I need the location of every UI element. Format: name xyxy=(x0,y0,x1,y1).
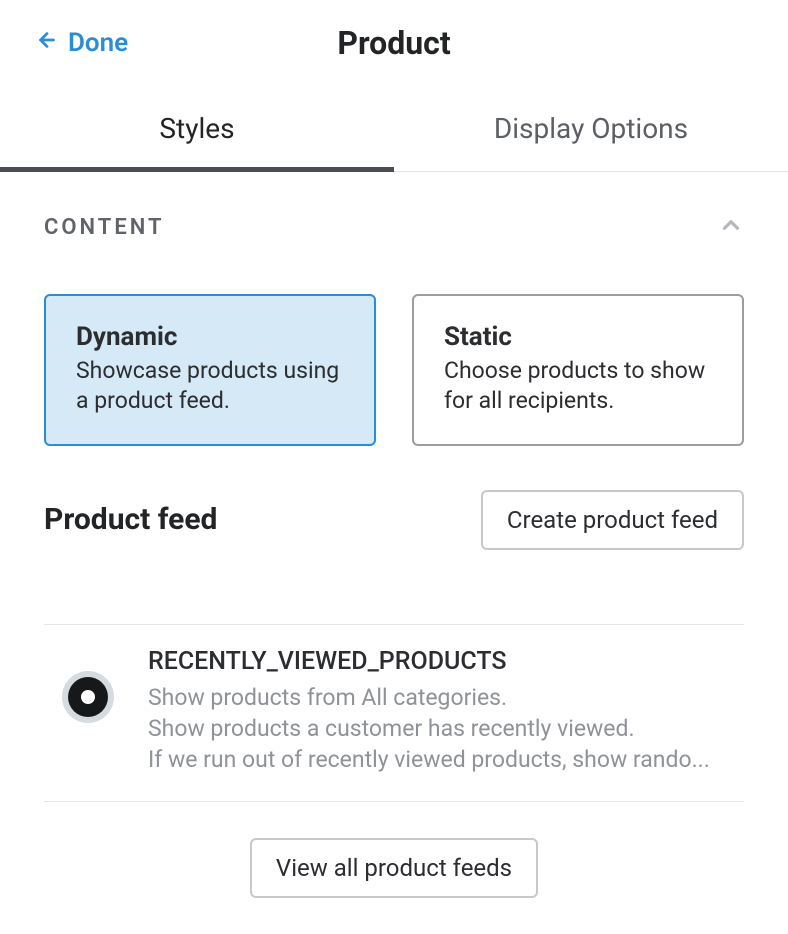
content-type-cards: Dynamic Showcase products using a produc… xyxy=(44,294,744,446)
create-product-feed-button[interactable]: Create product feed xyxy=(481,490,744,550)
feed-content: RECENTLY_VIEWED_PRODUCTS Show products f… xyxy=(148,647,744,775)
page-title: Product xyxy=(337,24,450,62)
page-header: Done Product xyxy=(0,0,788,88)
card-static-title: Static xyxy=(444,322,712,352)
feed-desc-line-3: If we run out of recently viewed product… xyxy=(148,744,744,775)
card-static[interactable]: Static Choose products to show for all r… xyxy=(412,294,744,446)
view-all-feeds-button[interactable]: View all product feeds xyxy=(250,838,538,898)
feed-name: RECENTLY_VIEWED_PRODUCTS xyxy=(148,647,744,676)
view-all-feeds-label: View all product feeds xyxy=(276,854,512,882)
tab-bar: Styles Display Options xyxy=(0,88,788,172)
product-feed-title: Product feed xyxy=(44,502,217,537)
section-label: CONTENT xyxy=(44,215,165,240)
done-label: Done xyxy=(68,28,128,58)
tab-styles-label: Styles xyxy=(159,112,234,145)
card-static-desc: Choose products to show for all recipien… xyxy=(444,356,712,416)
card-dynamic-desc: Showcase products using a product feed. xyxy=(76,356,344,416)
tab-display-options-label: Display Options xyxy=(494,112,688,145)
product-feed-header: Product feed Create product feed xyxy=(44,490,744,592)
content-section: CONTENT Dynamic Showcase products using … xyxy=(0,172,788,934)
card-dynamic[interactable]: Dynamic Showcase products using a produc… xyxy=(44,294,376,446)
card-dynamic-title: Dynamic xyxy=(76,322,344,352)
section-header: CONTENT xyxy=(44,212,744,242)
feed-desc-line-1: Show products from All categories. xyxy=(148,682,744,713)
tab-display-options[interactable]: Display Options xyxy=(394,88,788,171)
arrow-left-icon xyxy=(36,28,58,58)
collapse-toggle[interactable] xyxy=(718,212,744,242)
center-action: View all product feeds xyxy=(44,802,744,934)
tab-styles[interactable]: Styles xyxy=(0,88,394,171)
chevron-up-icon xyxy=(718,223,744,242)
radio-selected-icon xyxy=(68,677,108,717)
done-button[interactable]: Done xyxy=(36,28,128,58)
feed-radio[interactable] xyxy=(62,671,114,723)
radio-wrap xyxy=(44,647,114,723)
feed-desc-line-2: Show products a customer has recently vi… xyxy=(148,713,744,744)
feed-item[interactable]: RECENTLY_VIEWED_PRODUCTS Show products f… xyxy=(44,624,744,802)
create-product-feed-label: Create product feed xyxy=(507,506,718,534)
